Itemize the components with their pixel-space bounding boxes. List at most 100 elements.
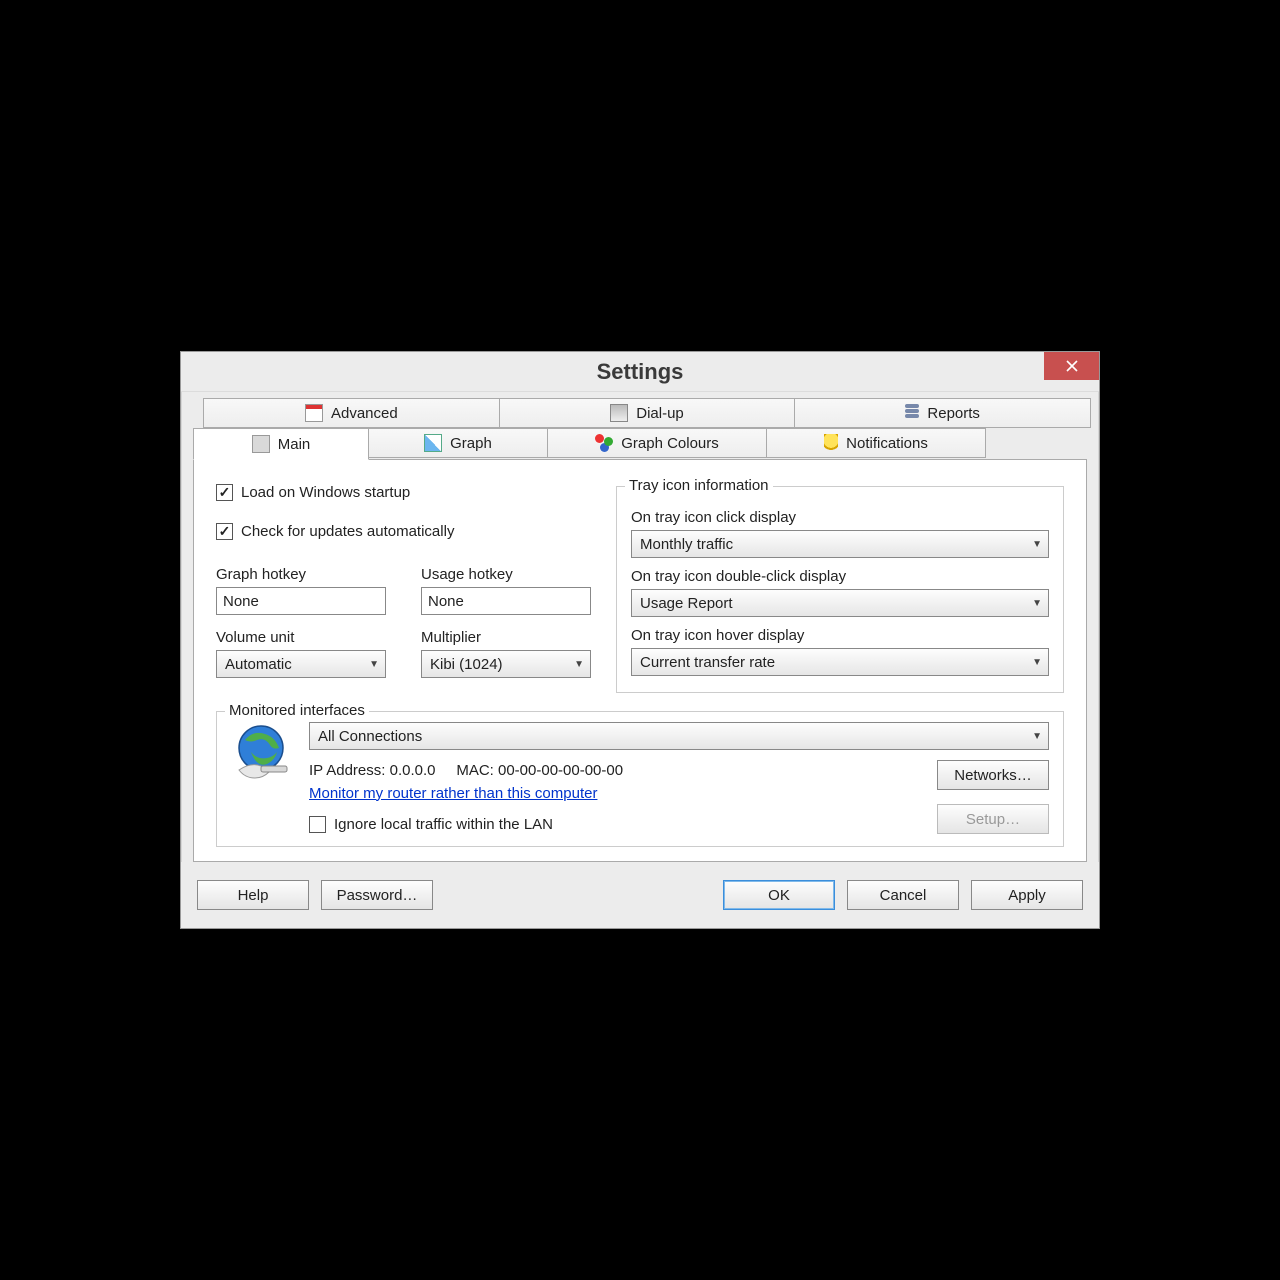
monitored-body: All Connections ▼ IP Address: 0.0.0.0 MA… <box>231 722 1049 834</box>
field-label: Multiplier <box>421 629 596 646</box>
monitored-right: All Connections ▼ IP Address: 0.0.0.0 MA… <box>309 722 1049 834</box>
button-label: Setup… <box>966 811 1020 828</box>
volume-unit-field: Volume unit Automatic ▼ <box>216 629 391 678</box>
tabs-container: Advanced Dial-up Reports Main Graph <box>181 392 1099 862</box>
checkbox-label: Check for updates automatically <box>241 523 454 540</box>
usage-hotkey-input[interactable]: None <box>421 587 591 615</box>
cancel-button[interactable]: Cancel <box>847 880 959 910</box>
tab-panel-main: ✓ Load on Windows startup ✓ Check for up… <box>193 459 1087 862</box>
chevron-down-icon: ▼ <box>1032 539 1042 550</box>
tab-notifications[interactable]: Notifications <box>766 428 986 458</box>
tray-dblclick-field: On tray icon double-click display Usage … <box>631 568 1049 617</box>
database-icon <box>905 404 919 422</box>
chevron-down-icon: ▼ <box>574 659 584 670</box>
setup-button: Setup… <box>937 804 1049 834</box>
chevron-down-icon: ▼ <box>369 659 379 670</box>
volume-unit-select[interactable]: Automatic ▼ <box>216 650 386 678</box>
note-icon <box>252 435 270 453</box>
tab-label: Advanced <box>331 405 398 422</box>
calendar-icon <box>305 404 323 422</box>
tab-graph[interactable]: Graph <box>368 428 548 458</box>
field-label: On tray icon hover display <box>631 627 1049 644</box>
select-value: Automatic <box>225 656 292 673</box>
fieldset-legend: Tray icon information <box>625 477 773 494</box>
field-label: On tray icon click display <box>631 509 1049 526</box>
chart-icon <box>424 434 442 452</box>
button-label: Apply <box>1008 887 1046 904</box>
checkbox-ignore-lan[interactable]: ✓ Ignore local traffic within the LAN <box>309 816 917 833</box>
titlebar: Settings <box>181 352 1099 392</box>
monitor-router-link[interactable]: Monitor my router rather than this compu… <box>309 785 597 802</box>
tab-main[interactable]: Main <box>193 428 369 460</box>
networks-button[interactable]: Networks… <box>937 760 1049 790</box>
tab-label: Reports <box>927 405 980 422</box>
select-value: Kibi (1024) <box>430 656 503 673</box>
tab-graph-colours[interactable]: Graph Colours <box>547 428 767 458</box>
ip-value: 0.0.0.0 <box>390 762 436 779</box>
hotkey-row: Graph hotkey None Usage hotkey None <box>216 566 596 615</box>
input-value: None <box>223 593 259 610</box>
tab-advanced[interactable]: Advanced <box>203 398 500 428</box>
mac-label: MAC: <box>456 762 498 779</box>
usage-hotkey-field: Usage hotkey None <box>421 566 596 615</box>
right-column: Tray icon information On tray icon click… <box>616 484 1064 693</box>
close-icon <box>1065 359 1079 373</box>
select-value: Current transfer rate <box>640 654 775 671</box>
checkbox-icon: ✓ <box>216 523 233 540</box>
checkbox-icon: ✓ <box>216 484 233 501</box>
checkbox-icon: ✓ <box>309 816 326 833</box>
chevron-down-icon: ▼ <box>1032 598 1042 609</box>
monitored-fieldset: Monitored interfaces All Connections ▼ <box>216 711 1064 847</box>
field-label: Usage hotkey <box>421 566 596 583</box>
ip-label: IP Address: <box>309 762 390 779</box>
close-button[interactable] <box>1044 352 1099 380</box>
help-button[interactable]: Help <box>197 880 309 910</box>
bulb-icon <box>824 434 838 452</box>
fieldset-legend: Monitored interfaces <box>225 702 369 719</box>
input-value: None <box>428 593 464 610</box>
tab-label: Graph Colours <box>621 435 719 452</box>
tray-click-select[interactable]: Monthly traffic ▼ <box>631 530 1049 558</box>
password-button[interactable]: Password… <box>321 880 433 910</box>
tab-dialup[interactable]: Dial-up <box>499 398 796 428</box>
network-buttons: Networks… Setup… <box>937 760 1049 834</box>
left-column: ✓ Load on Windows startup ✓ Check for up… <box>216 484 596 693</box>
tray-hover-select[interactable]: Current transfer rate ▼ <box>631 648 1049 676</box>
button-label: Password… <box>337 887 418 904</box>
globe-icon <box>231 722 295 786</box>
select-value: All Connections <box>318 728 422 745</box>
field-label: Graph hotkey <box>216 566 391 583</box>
field-label: Volume unit <box>216 629 391 646</box>
tray-dblclick-select[interactable]: Usage Report ▼ <box>631 589 1049 617</box>
ok-button[interactable]: OK <box>723 880 835 910</box>
checkbox-load-startup[interactable]: ✓ Load on Windows startup <box>216 484 596 501</box>
modem-icon <box>610 404 628 422</box>
multiplier-field: Multiplier Kibi (1024) ▼ <box>421 629 596 678</box>
multiplier-select[interactable]: Kibi (1024) ▼ <box>421 650 591 678</box>
apply-button[interactable]: Apply <box>971 880 1083 910</box>
tab-label: Graph <box>450 435 492 452</box>
chevron-down-icon: ▼ <box>1032 731 1042 742</box>
graph-hotkey-input[interactable]: None <box>216 587 386 615</box>
colours-icon <box>595 434 613 452</box>
ip-mac-row: IP Address: 0.0.0.0 MAC: 00-00-00-00-00-… <box>309 760 1049 834</box>
connection-select[interactable]: All Connections ▼ <box>309 722 1049 750</box>
tab-row-bottom: Main Graph Graph Colours Notifications <box>187 428 1093 460</box>
chevron-down-icon: ▼ <box>1032 657 1042 668</box>
dialog-footer: Help Password… OK Cancel Apply <box>181 862 1099 928</box>
graph-hotkey-field: Graph hotkey None <box>216 566 391 615</box>
checkbox-label: Ignore local traffic within the LAN <box>334 816 553 833</box>
tray-hover-field: On tray icon hover display Current trans… <box>631 627 1049 676</box>
tab-label: Main <box>278 436 311 453</box>
tab-label: Dial-up <box>636 405 684 422</box>
window-title: Settings <box>597 359 684 385</box>
tab-reports[interactable]: Reports <box>794 398 1091 428</box>
select-value: Monthly traffic <box>640 536 733 553</box>
checkbox-check-updates[interactable]: ✓ Check for updates automatically <box>216 523 596 540</box>
button-label: OK <box>768 887 790 904</box>
tray-click-field: On tray icon click display Monthly traff… <box>631 509 1049 558</box>
button-label: Cancel <box>880 887 927 904</box>
tray-fieldset: Tray icon information On tray icon click… <box>616 486 1064 693</box>
main-grid: ✓ Load on Windows startup ✓ Check for up… <box>216 484 1064 693</box>
checkbox-label: Load on Windows startup <box>241 484 410 501</box>
